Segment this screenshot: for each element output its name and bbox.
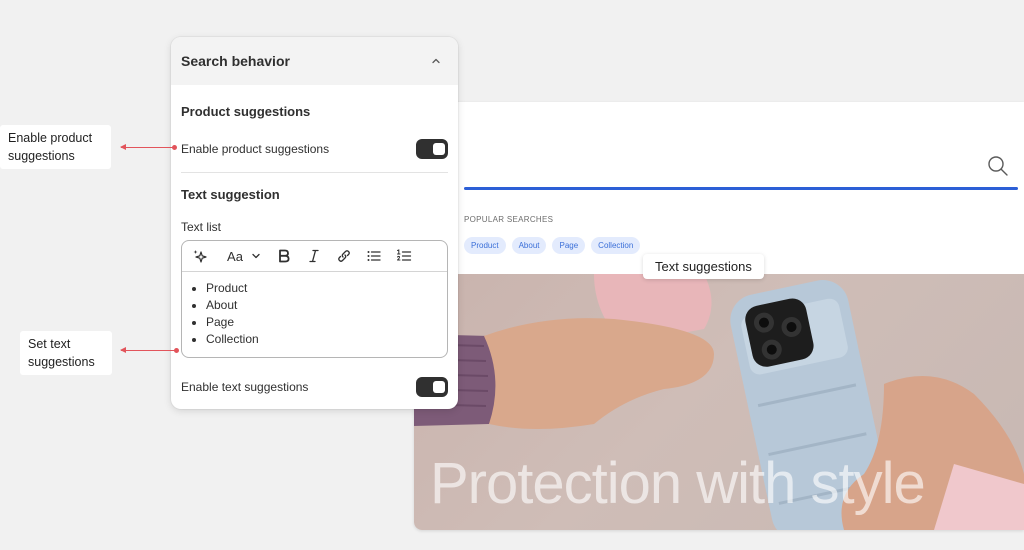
panel-title: Search behavior (181, 53, 290, 69)
list-item: About (206, 297, 447, 314)
bullet-list-icon (367, 251, 381, 261)
annotation-arrow (120, 144, 177, 150)
enable-product-row: Enable product suggestions (181, 139, 448, 159)
chevron-up-icon (432, 58, 440, 64)
enable-text-row: Enable text suggestions (181, 377, 448, 397)
chevron-down-icon (252, 253, 260, 259)
arrow-head (120, 347, 126, 353)
enable-product-label: Enable product suggestions (181, 142, 330, 156)
font-style-glyph: Aa (227, 248, 243, 264)
magic-button[interactable] (190, 241, 210, 272)
search-icon[interactable] (986, 154, 1010, 178)
enable-text-toggle[interactable] (416, 377, 448, 397)
italic-icon (309, 249, 319, 263)
section-divider (181, 172, 448, 173)
search-chip[interactable]: Collection (591, 237, 641, 254)
arrow-dot (172, 145, 177, 150)
text-list-editor[interactable]: Aa • Product • About • Page • Collection (181, 240, 448, 358)
numbered-list-button[interactable] (390, 241, 418, 272)
search-input-underline[interactable] (464, 187, 1018, 190)
bullet-list-button[interactable] (360, 241, 388, 272)
list-item: Collection (206, 331, 447, 348)
product-suggestions-title: Product suggestions (181, 104, 311, 119)
italic-button[interactable] (300, 241, 328, 272)
enable-text-label: Enable text suggestions (181, 380, 309, 394)
search-chip[interactable]: Product (464, 237, 506, 254)
search-chip[interactable]: Page (552, 237, 586, 254)
arrow-head (120, 144, 126, 150)
editor-toolbar: Aa (182, 241, 447, 272)
arrow-dot (174, 348, 179, 353)
bold-icon (279, 249, 290, 263)
popular-searches-chips: Product About Page Collection (464, 237, 641, 254)
link-button[interactable] (330, 241, 358, 272)
text-suggestion-title: Text suggestion (181, 187, 280, 202)
search-behavior-panel: Search behavior Product suggestions Enab… (171, 37, 458, 409)
hero-banner: Protection with style (414, 274, 1024, 530)
storefront-preview: POPULAR SEARCHES Product About Page Coll… (414, 102, 1024, 530)
annotation-arrow (120, 347, 179, 353)
text-suggestions-tooltip: Text suggestions (643, 254, 764, 279)
hero-title: Protection with style (430, 451, 926, 516)
text-list[interactable]: Product About Page Collection (182, 272, 447, 348)
collapse-button[interactable] (424, 49, 448, 73)
bold-button[interactable] (270, 241, 298, 272)
text-list-label: Text list (181, 220, 222, 234)
toggle-knob (433, 381, 445, 393)
toggle-knob (433, 143, 445, 155)
popular-searches-title: POPULAR SEARCHES (464, 215, 554, 224)
list-item: Product (206, 280, 447, 297)
numbered-list-icon (397, 249, 412, 261)
search-chip[interactable]: About (511, 237, 547, 254)
list-item: Page (206, 314, 447, 331)
sparkle-icon (193, 250, 207, 263)
annotation-product: Enable product suggestions (0, 125, 111, 169)
panel-header[interactable]: Search behavior (171, 37, 458, 85)
link-icon (338, 250, 350, 262)
enable-product-toggle[interactable] (416, 139, 448, 159)
annotation-text: Set text suggestions (20, 331, 112, 375)
font-style-dropdown[interactable]: Aa (220, 241, 268, 272)
